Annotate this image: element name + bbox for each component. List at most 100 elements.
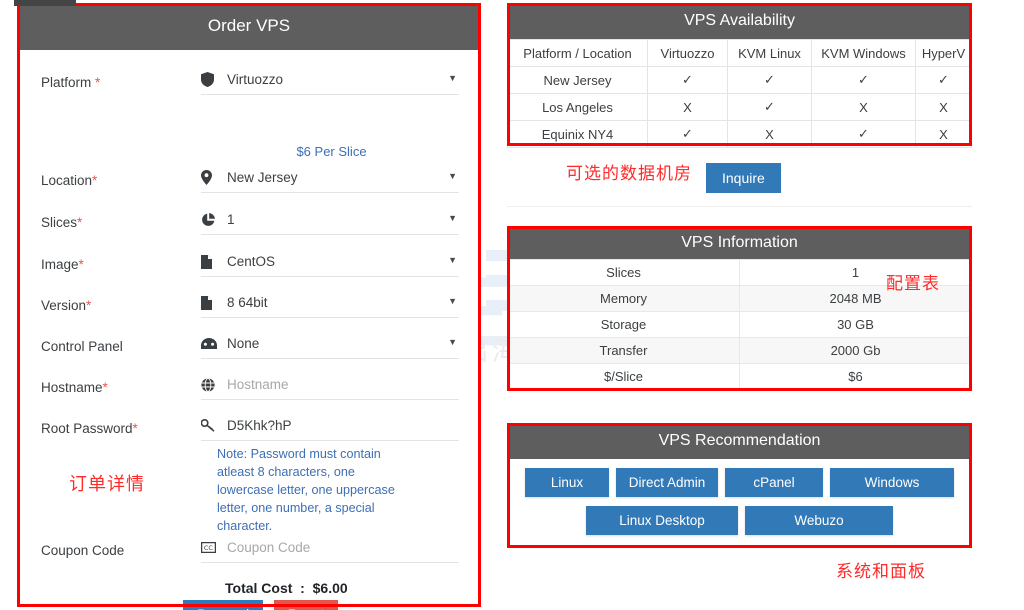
required-marker: *: [77, 215, 83, 230]
annotation-datacenters: 可选的数据机房: [566, 164, 692, 184]
order-vps-title: Order VPS: [17, 3, 481, 50]
col-kvm-windows: KVM Windows: [811, 39, 916, 67]
field-slices-value: 1: [227, 212, 235, 227]
field-location-label: Location*: [41, 173, 98, 188]
field-hostname-control[interactable]: Hostname: [201, 377, 459, 400]
info-value: 30 GB: [739, 311, 972, 338]
cell-availability: ✓: [811, 66, 916, 94]
field-slices-control[interactable]: 1 ▼: [201, 212, 459, 235]
required-marker: *: [102, 380, 108, 395]
table-row: Transfer 2000 Gb: [507, 337, 972, 364]
chevron-down-icon[interactable]: ▼: [448, 255, 457, 265]
field-image-label: Image*: [41, 257, 84, 272]
row-label: New Jersey: [507, 66, 648, 94]
field-platform[interactable]: Platform * Virtuozzo ▼: [41, 72, 459, 95]
form-actions: Proceed Reset: [183, 600, 339, 610]
vps-recommendation-title: VPS Recommendation: [507, 423, 972, 459]
vps-information-title: VPS Information: [507, 226, 972, 259]
availability-table: Platform / Location Virtuozzo KVM Linux …: [507, 39, 972, 148]
cell-availability: X: [915, 120, 972, 148]
field-platform-control[interactable]: Virtuozzo ▼: [201, 72, 459, 95]
cell-availability: ✓: [727, 66, 812, 94]
annotation-config-table: 配置表: [886, 274, 940, 294]
cell-availability: ✓: [647, 66, 728, 94]
info-key: $/Slice: [507, 363, 740, 390]
reset-button[interactable]: Reset: [273, 600, 339, 610]
chevron-down-icon[interactable]: ▼: [448, 296, 457, 306]
col-hyperv: HyperV: [915, 39, 972, 67]
recommendation-row-2: Linux Desktop Webuzo: [517, 506, 962, 535]
total-cost-value: $6.00: [312, 580, 348, 596]
row-label: Equinix NY4: [507, 120, 648, 148]
rec-button-cpanel[interactable]: cPanel: [725, 468, 823, 497]
rec-button-direct-admin[interactable]: Direct Admin: [616, 468, 718, 497]
table-row: Los Angeles X ✓ X X: [507, 93, 972, 121]
pie-chart-icon: [201, 212, 227, 227]
chevron-down-icon[interactable]: ▼: [448, 337, 457, 347]
order-vps-panel: Order VPS Platform * Virtuozzo ▼ $6 Per …: [17, 3, 481, 610]
root-password-input[interactable]: D5Khk?hP: [227, 418, 292, 433]
rec-button-webuzo[interactable]: Webuzo: [745, 506, 893, 535]
field-location-value: New Jersey: [227, 170, 298, 185]
field-version-label: Version*: [41, 298, 92, 313]
field-hostname[interactable]: Hostname* Hostname: [41, 377, 459, 400]
field-image[interactable]: Image* CentOS ▼: [41, 254, 459, 277]
rec-button-linux[interactable]: Linux: [525, 468, 609, 497]
total-cost-label: Total Cost :: [225, 580, 305, 596]
info-key: Slices: [507, 259, 740, 286]
annotation-order-details: 订单详情: [69, 474, 145, 495]
col-virtuozzo: Virtuozzo: [647, 39, 728, 67]
annotation-systems-panels: 系统和面板: [836, 562, 926, 582]
field-version[interactable]: Version* 8 64bit ▼: [41, 295, 459, 318]
vps-recommendation-panel: VPS Recommendation Linux Direct Admin cP…: [507, 423, 972, 548]
inquire-button[interactable]: Inquire: [706, 163, 781, 193]
proceed-button[interactable]: Proceed: [183, 600, 264, 610]
row-label: Los Angeles: [507, 93, 648, 121]
globe-icon: [201, 377, 227, 392]
chevron-down-icon[interactable]: ▼: [448, 73, 457, 83]
field-root-password-control[interactable]: D5Khk?hP: [201, 418, 459, 441]
table-row: New Jersey ✓ ✓ ✓ ✓: [507, 66, 972, 94]
field-control-panel[interactable]: Control Panel None ▼: [41, 336, 459, 359]
field-platform-value: Virtuozzo: [227, 72, 284, 87]
field-location[interactable]: Location* New Jersey ▼: [41, 170, 459, 193]
field-slices[interactable]: Slices* 1 ▼: [41, 212, 459, 235]
page-root: 三和信探 服务跨境电商 助力中企出海 Order VPS Platform * …: [0, 0, 1024, 610]
price-per-slice-hint[interactable]: $6 Per Slice: [204, 144, 459, 159]
file-icon: [201, 254, 227, 269]
key-icon: [201, 419, 227, 432]
info-value: $6: [739, 363, 972, 390]
recommendation-row-1: Linux Direct Admin cPanel Windows: [517, 468, 962, 497]
required-marker: *: [86, 298, 92, 313]
field-control-panel-value: None: [227, 336, 260, 351]
cell-availability: X: [647, 93, 728, 121]
field-platform-label: Platform *: [41, 75, 101, 90]
required-marker: *: [132, 421, 138, 436]
field-coupon-code-label: Coupon Code: [41, 543, 125, 558]
info-key: Memory: [507, 285, 740, 312]
gauge-icon: [201, 337, 227, 350]
field-root-password[interactable]: Root Password* D5Khk?hP: [41, 418, 459, 441]
field-location-control[interactable]: New Jersey ▼: [201, 170, 459, 193]
chevron-down-icon[interactable]: ▼: [448, 171, 457, 181]
hostname-input[interactable]: Hostname: [227, 377, 289, 392]
col-platform-location: Platform / Location: [507, 39, 648, 67]
chevron-down-icon[interactable]: ▼: [448, 213, 457, 223]
rec-button-linux-desktop[interactable]: Linux Desktop: [586, 506, 738, 535]
rec-button-windows[interactable]: Windows: [830, 468, 954, 497]
required-marker: *: [95, 75, 101, 90]
cell-availability: X: [727, 120, 812, 148]
field-coupon-code-control[interactable]: CC Coupon Code: [201, 540, 459, 563]
cell-availability: X: [915, 93, 972, 121]
section-divider: [507, 206, 972, 207]
coupon-code-input[interactable]: Coupon Code: [227, 540, 310, 555]
field-control-panel-control[interactable]: None ▼: [201, 336, 459, 359]
total-cost: Total Cost : $6.00: [225, 580, 348, 596]
field-version-control[interactable]: 8 64bit ▼: [201, 295, 459, 318]
field-coupon-code[interactable]: Coupon Code CC Coupon Code: [41, 540, 459, 563]
svg-text:CC: CC: [204, 544, 213, 552]
field-image-control[interactable]: CentOS ▼: [201, 254, 459, 277]
cell-availability: ✓: [647, 120, 728, 148]
field-hostname-label: Hostname*: [41, 380, 108, 395]
file-icon: [201, 295, 227, 310]
